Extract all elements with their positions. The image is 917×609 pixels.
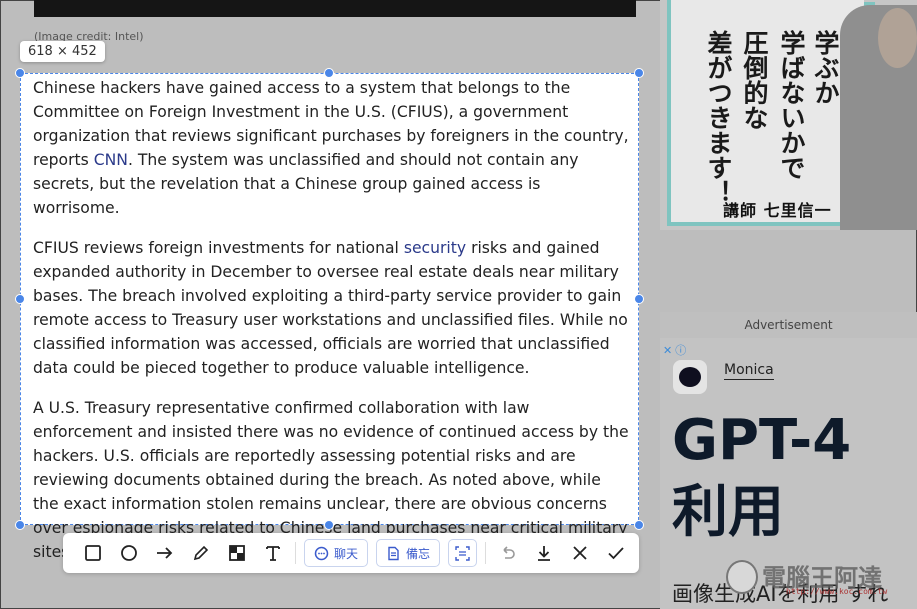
ad-headline-1: GPT-4 (672, 408, 852, 473)
resize-handle-ne[interactable] (634, 68, 644, 78)
memo-label: 備忘 (406, 546, 431, 561)
download-button[interactable] (526, 533, 562, 573)
resize-handle-s[interactable] (324, 520, 334, 530)
monica-brand[interactable]: Monica (724, 362, 774, 380)
undo-button[interactable] (490, 533, 526, 573)
confirm-button[interactable] (598, 533, 634, 573)
ad-text-col1: 学ぶか (811, 30, 840, 105)
check-icon (608, 547, 624, 560)
mosaic-tool-button[interactable] (219, 533, 255, 573)
dimension-badge: 618 × 452 (20, 41, 105, 62)
capture-toolbar: 聊天 備忘 (63, 533, 639, 573)
arrow-icon (157, 547, 173, 559)
undo-icon (503, 546, 515, 559)
advertisement-label: Advertisement (660, 312, 917, 338)
resize-handle-e[interactable] (634, 294, 644, 304)
article-paragraph-2: CFIUS reviews foreign investments for na… (33, 236, 631, 380)
ad-close-icon[interactable]: ✕ ⓘ (663, 342, 686, 358)
article-body: Chinese hackers have gained access to a … (33, 76, 631, 580)
cancel-button[interactable] (562, 533, 598, 573)
rectangle-icon (85, 545, 101, 561)
ad-text-col4: 差がつきます！ (704, 30, 733, 205)
ad-teacher: 講師 七里信一 (723, 201, 832, 220)
pencil-tool-button[interactable] (183, 533, 219, 573)
monica-face-icon (679, 367, 701, 387)
article-paragraph-1: Chinese hackers have gained access to a … (33, 76, 631, 220)
security-link[interactable]: security (404, 239, 466, 257)
circle-tool-button[interactable] (111, 533, 147, 573)
rectangle-tool-button[interactable] (75, 533, 111, 573)
watermark-url: http://www.koc.com.tw (786, 587, 888, 596)
monica-logo-icon (673, 360, 707, 394)
article-hero-image (34, 0, 636, 17)
resize-handle-se[interactable] (634, 520, 644, 530)
ocr-icon (455, 545, 470, 561)
mosaic-icon (229, 545, 245, 561)
resize-handle-n[interactable] (324, 68, 334, 78)
chat-icon (314, 546, 329, 560)
ad-headline-2: 利用 (672, 480, 784, 545)
chat-label: 聊天 (334, 546, 359, 561)
resize-handle-w[interactable] (15, 294, 25, 304)
ad-person-head (878, 8, 917, 68)
ad-text-col3: 圧倒的な (740, 30, 769, 130)
close-icon (573, 546, 587, 560)
download-icon (538, 546, 551, 561)
toolbar-divider (485, 542, 487, 564)
text-icon (266, 546, 280, 561)
toolbar-divider (295, 542, 296, 564)
paragraph-text: risks and gained expanded authority in D… (33, 239, 628, 377)
chat-button[interactable]: 聊天 (304, 539, 369, 567)
paragraph-text: CFIUS reviews foreign investments for na… (33, 239, 404, 257)
ocr-button[interactable] (448, 539, 478, 567)
pencil-icon (193, 545, 209, 561)
ad-text-col2: 学ばないかで (777, 30, 806, 180)
circle-icon (121, 545, 137, 561)
watermark-mascot-icon (726, 560, 758, 594)
resize-handle-sw[interactable] (15, 520, 25, 530)
text-tool-button[interactable] (255, 533, 291, 573)
memo-button[interactable]: 備忘 (376, 539, 441, 567)
cnn-link[interactable]: CNN (94, 151, 128, 169)
memo-icon (388, 546, 399, 560)
arrow-tool-button[interactable] (147, 533, 183, 573)
resize-handle-nw[interactable] (15, 68, 25, 78)
